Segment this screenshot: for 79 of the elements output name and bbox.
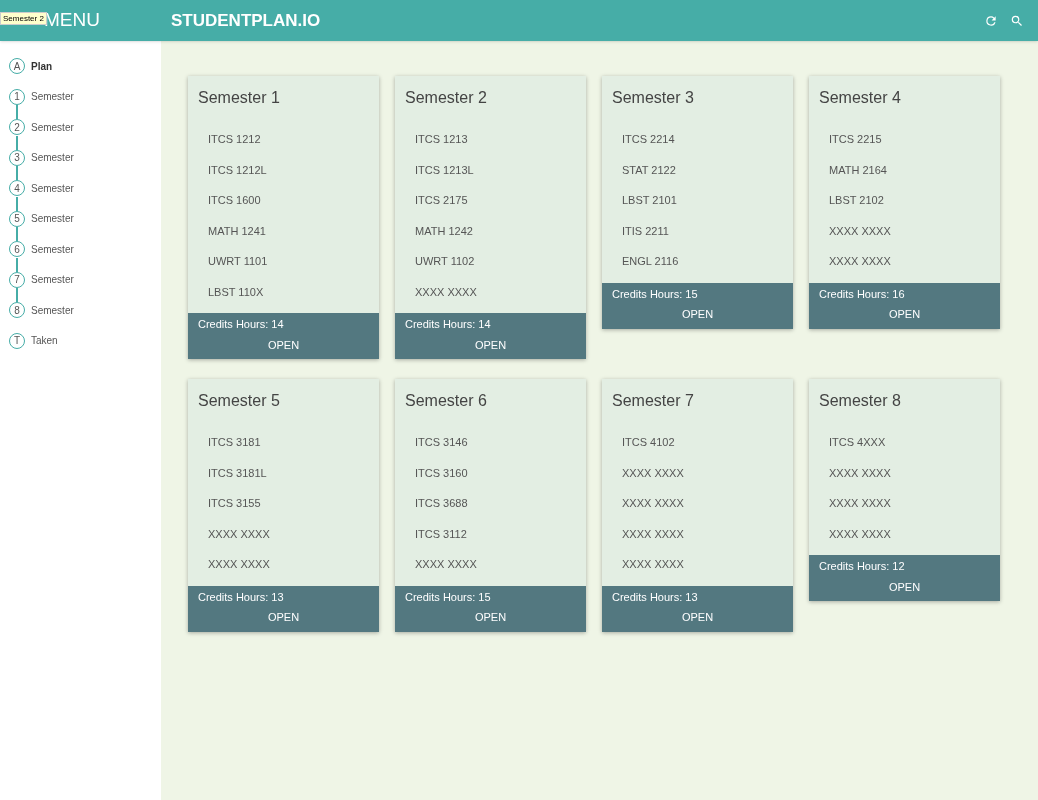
sidebar-item[interactable]: Taken bbox=[31, 333, 58, 349]
sidebar-item[interactable]: Semester bbox=[31, 89, 74, 105]
card-title: Semester 2 bbox=[405, 89, 487, 106]
refresh-icon[interactable] bbox=[984, 13, 998, 28]
course-item: ITCS 3146 bbox=[415, 435, 468, 450]
credits-hours: Credits Hours: 13 bbox=[612, 589, 698, 605]
credits-hours: Credits Hours: 15 bbox=[612, 286, 698, 302]
open-button[interactable]: OPEN bbox=[888, 578, 921, 595]
course-item: LBST 2101 bbox=[622, 193, 677, 208]
course-item: MATH 2164 bbox=[829, 162, 887, 178]
card-title: Semester 4 bbox=[819, 89, 901, 106]
course-item: UWRT 1101 bbox=[208, 254, 268, 269]
sidebar-item[interactable]: Semester bbox=[31, 272, 74, 288]
app-title: STUDENTPLAN.IO bbox=[171, 9, 321, 32]
course-item: UWRT 1102 bbox=[415, 254, 475, 269]
open-button[interactable]: OPEN bbox=[681, 306, 714, 323]
credits-hours: Credits Hours: 12 bbox=[819, 559, 905, 574]
course-item: STAT 2122 bbox=[622, 162, 676, 178]
course-item: XXXX XXXX bbox=[622, 465, 684, 481]
course-item: XXXX XXXX bbox=[208, 526, 270, 542]
course-item: XXXX XXXX bbox=[622, 526, 684, 542]
course-item: XXXX XXXX bbox=[829, 496, 891, 511]
card-title: Semester 5 bbox=[198, 392, 280, 409]
course-item: ITCS 4102 bbox=[622, 435, 675, 450]
course-item: XXXX XXXX bbox=[622, 557, 684, 572]
sidebar-item[interactable]: Semester bbox=[31, 119, 74, 135]
course-item: ITCS 1213L bbox=[415, 162, 474, 178]
course-item: LBST 2102 bbox=[829, 193, 884, 208]
open-button[interactable]: OPEN bbox=[681, 609, 714, 626]
card-title: Semester 6 bbox=[405, 392, 487, 409]
sidebar-item[interactable]: Semester bbox=[31, 211, 74, 227]
open-button[interactable]: OPEN bbox=[474, 336, 507, 353]
course-item: ITCS 2215 bbox=[829, 132, 882, 147]
course-item: ITCS 1212L bbox=[208, 162, 267, 178]
credits-hours: Credits Hours: 14 bbox=[405, 317, 491, 332]
card-title: Semester 1 bbox=[198, 89, 280, 106]
card-title: Semester 3 bbox=[612, 89, 694, 106]
card-title: Semester 7 bbox=[612, 392, 694, 409]
course-item: XXXX XXXX bbox=[208, 557, 270, 572]
credits-hours: Credits Hours: 13 bbox=[198, 589, 284, 605]
course-item: ITCS 2175 bbox=[415, 193, 468, 208]
search-icon[interactable] bbox=[1010, 13, 1024, 28]
sidebar-item[interactable]: Semester bbox=[31, 241, 74, 257]
course-item: XXXX XXXX bbox=[415, 284, 477, 300]
open-button[interactable]: OPEN bbox=[888, 306, 921, 323]
credits-hours: Credits Hours: 15 bbox=[405, 589, 491, 605]
sidebar-item[interactable]: Semester bbox=[31, 150, 74, 166]
course-item: XXXX XXXX bbox=[622, 496, 684, 511]
course-item: ITCS 1212 bbox=[208, 132, 261, 147]
course-item: ITCS 1600 bbox=[208, 193, 261, 208]
course-item: ITCS 2214 bbox=[622, 132, 675, 147]
credits-hours: Credits Hours: 14 bbox=[198, 317, 284, 332]
open-button[interactable]: OPEN bbox=[267, 609, 300, 626]
course-item: ITCS 3160 bbox=[415, 465, 468, 481]
course-item: XXXX XXXX bbox=[415, 557, 477, 572]
course-item: ITCS 4XXX bbox=[829, 435, 886, 450]
course-item: ITCS 1213 bbox=[415, 132, 468, 147]
sidebar-item[interactable]: Semester bbox=[31, 180, 74, 196]
sidebar-item[interactable]: Plan bbox=[31, 58, 53, 74]
tooltip: Semester 2 bbox=[0, 12, 47, 25]
course-item: MATH 1242 bbox=[415, 223, 473, 239]
course-item: XXXX XXXX bbox=[829, 526, 891, 542]
course-item: ITCS 3688 bbox=[415, 496, 468, 511]
card-title: Semester 8 bbox=[819, 392, 901, 409]
course-item: ITCS 3155 bbox=[208, 496, 261, 511]
course-item: ITCS 3181L bbox=[208, 465, 267, 481]
course-item: ENGL 2116 bbox=[622, 254, 679, 269]
sidebar-item[interactable]: Semester bbox=[31, 302, 74, 318]
course-item: ITIS 2211 bbox=[622, 223, 669, 239]
course-item: XXXX XXXX bbox=[829, 223, 891, 239]
course-item: ITCS 3112 bbox=[415, 526, 467, 542]
credits-hours: Credits Hours: 16 bbox=[819, 286, 905, 302]
course-item: MATH 1241 bbox=[208, 223, 266, 239]
course-item: XXXX XXXX bbox=[829, 254, 891, 269]
course-item: XXXX XXXX bbox=[829, 465, 891, 481]
course-item: ITCS 3181 bbox=[208, 435, 261, 450]
open-button[interactable]: OPEN bbox=[474, 609, 507, 626]
open-button[interactable]: OPEN bbox=[267, 336, 300, 353]
course-item: LBST 110X bbox=[208, 284, 264, 300]
